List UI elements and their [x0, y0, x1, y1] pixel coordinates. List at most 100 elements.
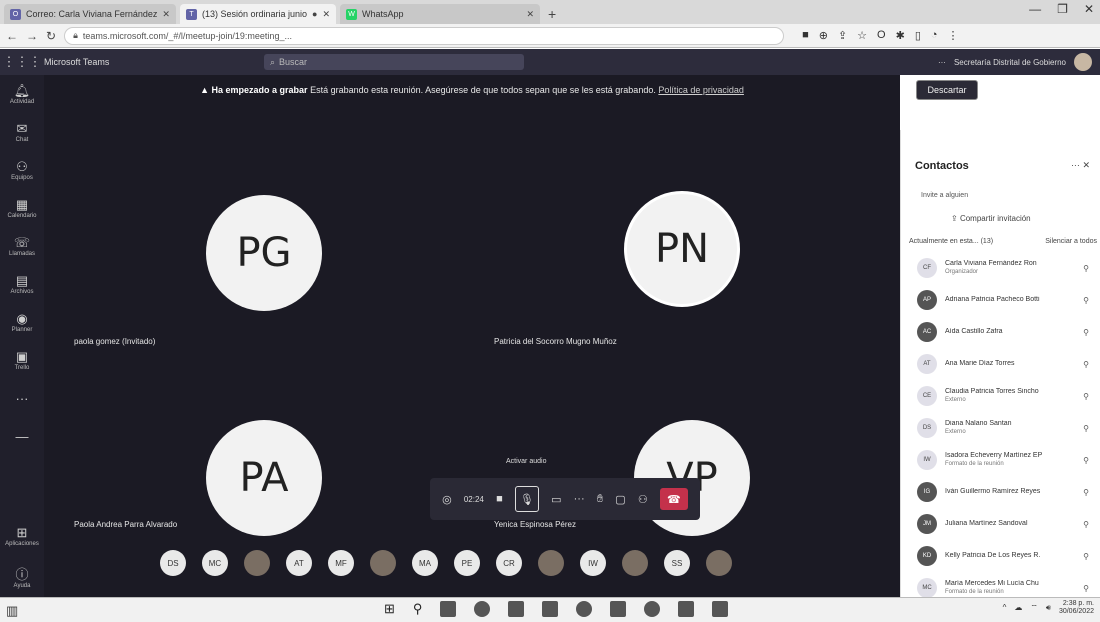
- browser-tab-teams[interactable]: T (13) Sesión ordinaria junio ● ✕: [179, 4, 336, 24]
- list-item[interactable]: CF Carla Viviana Fernández Ron Organizador…: [901, 252, 1100, 284]
- file-explorer-icon[interactable]: [440, 601, 457, 617]
- zoom-icon[interactable]: ⊕: [819, 29, 828, 42]
- avatar[interactable]: [244, 550, 270, 576]
- browser-tab-mail[interactable]: O Correo: Carla Viviana Fernández ✕: [4, 4, 176, 24]
- avatar[interactable]: SS: [664, 550, 690, 576]
- wifi-icon[interactable]: ⌔: [1030, 603, 1038, 613]
- rail-item-calendar[interactable]: ▦ Calendario: [0, 189, 44, 227]
- search-input[interactable]: ⌕ Buscar: [264, 54, 524, 70]
- list-item[interactable]: IG Iván Guillermo Ramírez Reyes ⚲: [901, 476, 1100, 508]
- camera-toggle-icon[interactable]: ■: [496, 493, 503, 505]
- back-icon[interactable]: ←: [6, 29, 18, 43]
- list-item[interactable]: IW Isadora Echeverry Martínez EP Formato d…: [901, 444, 1100, 476]
- chrome-icon[interactable]: [644, 601, 661, 617]
- chevron-up-icon[interactable]: ^: [1003, 603, 1007, 612]
- avatar[interactable]: [370, 550, 396, 576]
- app-icon[interactable]: [610, 601, 627, 617]
- rail-item-teams[interactable]: ⚇ Equipos: [0, 151, 44, 189]
- browser-tab-whatsapp[interactable]: W WhatsApp ✕: [340, 4, 540, 24]
- search-icon[interactable]: ⚲: [413, 601, 423, 617]
- minimize-icon[interactable]: —: [1029, 2, 1041, 16]
- more-actions-icon[interactable]: ···: [574, 493, 585, 505]
- share-invite-button[interactable]: ⇪ Compartir invitación: [951, 214, 1031, 223]
- start-icon[interactable]: ⊞: [384, 601, 395, 617]
- list-item[interactable]: JM Juliana Martínez Sandoval ⚲: [901, 508, 1100, 540]
- avatar[interactable]: CR: [496, 550, 522, 576]
- rail-item-activity[interactable]: 🔔︎ Actividad: [0, 75, 44, 113]
- list-item[interactable]: AP Adriana Patricia Pacheco Botti ⚲: [901, 284, 1100, 316]
- share-icon[interactable]: ⇪: [838, 29, 847, 42]
- browser-tab-bar: O Correo: Carla Viviana Fernández ✕ T (1…: [0, 0, 1100, 24]
- list-item[interactable]: CE Claudia Patricia Torres Sincho Externo ⚲: [901, 380, 1100, 412]
- app-icon[interactable]: [576, 601, 593, 617]
- close-tab-icon[interactable]: ✕: [322, 9, 330, 20]
- avatar[interactable]: MC: [202, 550, 228, 576]
- browser-toolbar: ■ ⊕ ⇪ ☆ O ✱ ▯ ◔ ⋮: [802, 29, 958, 42]
- in-meeting-label[interactable]: Actualmente en esta... (13): [909, 238, 993, 245]
- avatar[interactable]: DS: [160, 550, 186, 576]
- list-item[interactable]: DS Diana Nalano Santan Externo ⚲: [901, 412, 1100, 444]
- widgets-icon[interactable]: ▥: [6, 603, 18, 619]
- chat-icon[interactable]: ▢: [615, 493, 625, 506]
- maximize-icon[interactable]: ❐: [1057, 2, 1068, 16]
- list-item[interactable]: AC Aída Castillo Zafra ⚲: [901, 316, 1100, 348]
- more-options-icon[interactable]: ···: [938, 58, 946, 67]
- avatar[interactable]: AT: [286, 550, 312, 576]
- avatar[interactable]: IW: [580, 550, 606, 576]
- app-launcher-icon[interactable]: ⋮⋮⋮: [0, 54, 44, 70]
- avatar[interactable]: [1074, 53, 1092, 71]
- mic-toggle-icon[interactable]: 🎙︎: [514, 486, 539, 512]
- extensions-icon[interactable]: ✱: [896, 29, 905, 42]
- close-tab-icon[interactable]: ✕: [162, 9, 170, 20]
- app-icon[interactable]: [678, 601, 695, 617]
- mic-icon: ⚲: [1083, 391, 1089, 401]
- rail-item-apps[interactable]: ⊞ Aplicaciones: [0, 517, 44, 555]
- more-icon[interactable]: ⋮: [948, 29, 959, 42]
- rail-item-more[interactable]: ···: [0, 379, 44, 417]
- rail-item-planner[interactable]: ◉ Planner: [0, 303, 44, 341]
- privacy-policy-link[interactable]: Política de privacidad: [658, 85, 744, 95]
- mute-all-button[interactable]: Silenciar a todos: [1045, 238, 1097, 245]
- dismiss-button[interactable]: Descartar: [916, 80, 978, 100]
- avatar[interactable]: MA: [412, 550, 438, 576]
- url-field[interactable]: 🔒︎ teams.microsoft.com/_#/l/meetup-join/…: [64, 26, 785, 45]
- edge-icon[interactable]: [474, 601, 491, 617]
- bell-icon: 🔔︎: [13, 82, 31, 98]
- participants-icon[interactable]: ⚇: [638, 493, 648, 506]
- invite-input[interactable]: Invite a alguien: [921, 192, 968, 199]
- profile-icon[interactable]: ◔: [931, 29, 938, 42]
- close-window-icon[interactable]: ✕: [1084, 2, 1094, 16]
- contacts-panel: Contactos ··· ✕ Invite a alguien ⇪ Compa…: [900, 130, 1100, 598]
- cloud-icon[interactable]: ☁: [1014, 603, 1022, 612]
- close-icon[interactable]: ✕: [1082, 160, 1090, 170]
- forward-icon[interactable]: →: [26, 29, 38, 43]
- sidebar-icon[interactable]: ▯: [915, 29, 921, 42]
- rail-item-help[interactable]: ⓘ Ayuda: [0, 559, 44, 597]
- avatar[interactable]: PE: [454, 550, 480, 576]
- app-icon[interactable]: [542, 601, 559, 617]
- share-screen-icon[interactable]: ▭: [551, 493, 561, 506]
- camera-icon[interactable]: ■: [802, 29, 809, 42]
- rail-item-files[interactable]: ▤ Archivos: [0, 265, 44, 303]
- avatar[interactable]: MF: [328, 550, 354, 576]
- list-item[interactable]: AT Ana Marie Díaz Torres ⚲: [901, 348, 1100, 380]
- close-tab-icon[interactable]: ✕: [526, 9, 534, 20]
- app-icon[interactable]: [508, 601, 525, 617]
- rail-item-trello[interactable]: ▣ Trello: [0, 341, 44, 379]
- app-icon[interactable]: [712, 601, 729, 617]
- avatar[interactable]: [538, 550, 564, 576]
- raise-hand-icon[interactable]: ✋︎: [597, 493, 603, 506]
- hang-up-button[interactable]: ☎: [659, 488, 688, 510]
- volume-icon[interactable]: 🔊︎: [1046, 603, 1051, 613]
- avatar[interactable]: [706, 550, 732, 576]
- list-item[interactable]: KD Kelly Patricia De Los Reyes R. ⚲: [901, 540, 1100, 572]
- more-options-icon[interactable]: ···: [1071, 160, 1080, 170]
- reload-icon[interactable]: ↻: [46, 29, 56, 43]
- avatar[interactable]: [622, 550, 648, 576]
- rail-item-chat[interactable]: ✉ Chat: [0, 113, 44, 151]
- new-tab-icon[interactable]: +: [548, 4, 556, 24]
- rail-item-calls[interactable]: ☏ Llamadas: [0, 227, 44, 265]
- star-icon[interactable]: ☆: [857, 29, 867, 42]
- clock[interactable]: 2:38 p. m. 30/06/2022: [1059, 600, 1094, 615]
- opera-icon[interactable]: O: [877, 29, 886, 42]
